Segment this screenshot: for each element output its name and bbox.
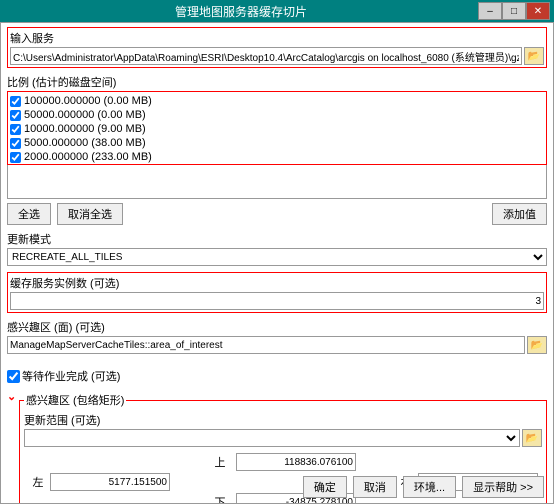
scales-list[interactable]: 100000.000000 (0.00 MB) 50000.000000 (0.… xyxy=(8,92,546,164)
title-bar: 管理地图服务器缓存切片 – □ ✕ xyxy=(0,0,554,22)
scales-list-extra xyxy=(7,165,547,199)
wait-checkbox[interactable] xyxy=(7,370,20,383)
minimize-button[interactable]: – xyxy=(478,2,502,20)
wait-label: 等待作业完成 (可选) xyxy=(22,368,120,384)
extent-left-field[interactable] xyxy=(50,473,170,491)
scales-label: 比例 (估计的磁盘空间) xyxy=(7,74,547,90)
input-service-section: 输入服务 📂 xyxy=(7,27,547,68)
scale-item[interactable]: 2000.000000 (233.00 MB) xyxy=(10,150,544,164)
browse-aoi-icon[interactable]: 📂 xyxy=(527,336,547,354)
ok-button[interactable]: 确定 xyxy=(303,476,347,498)
scale-checkbox[interactable] xyxy=(10,152,21,163)
aoi-section: 感兴趣区 (面) (可选) 📂 xyxy=(7,319,547,354)
select-all-button[interactable]: 全选 xyxy=(7,203,51,225)
window-title: 管理地图服务器缓存切片 xyxy=(4,3,478,20)
instances-section: 缓存服务实例数 (可选) xyxy=(7,272,547,313)
close-button[interactable]: ✕ xyxy=(526,2,550,20)
add-value-button[interactable]: 添加值 xyxy=(492,203,547,225)
wait-checkbox-row[interactable]: 等待作业完成 (可选) xyxy=(7,368,547,384)
cancel-button[interactable]: 取消 xyxy=(353,476,397,498)
deselect-all-button[interactable]: 取消全选 xyxy=(57,203,123,225)
extent-label: 更新范围 (可选) xyxy=(24,412,542,428)
extent-bottom-label: 下 xyxy=(210,494,230,504)
update-mode-section: 更新模式 RECREATE_ALL_TILES xyxy=(7,231,547,266)
wait-section: 等待作业完成 (可选) xyxy=(7,368,547,384)
scales-section: 比例 (估计的磁盘空间) 100000.000000 (0.00 MB) 500… xyxy=(7,74,547,225)
maximize-button[interactable]: □ xyxy=(502,2,526,20)
browse-service-icon[interactable]: 📂 xyxy=(524,47,544,65)
aoi-field[interactable] xyxy=(7,336,525,354)
scale-item[interactable]: 5000.000000 (38.00 MB) xyxy=(10,136,544,150)
scale-item[interactable]: 10000.000000 (9.00 MB) xyxy=(10,122,544,136)
browse-extent-icon[interactable]: 📂 xyxy=(522,429,542,447)
input-service-label: 输入服务 xyxy=(10,30,544,46)
update-mode-label: 更新模式 xyxy=(7,231,547,247)
update-mode-select[interactable]: RECREATE_ALL_TILES xyxy=(7,248,547,266)
window-buttons: – □ ✕ xyxy=(478,2,550,20)
help-button[interactable]: 显示帮助 >> xyxy=(462,476,544,498)
aoi-extent-legend: 感兴趣区 (包络矩形) xyxy=(24,392,126,408)
extent-left-label: 左 xyxy=(28,474,48,490)
scale-item[interactable]: 50000.000000 (0.00 MB) xyxy=(10,108,544,122)
scale-checkbox[interactable] xyxy=(10,96,21,107)
aoi-label: 感兴趣区 (面) (可选) xyxy=(7,319,547,335)
scale-item[interactable]: 100000.000000 (0.00 MB) xyxy=(10,94,544,108)
input-service-field[interactable] xyxy=(10,47,522,65)
scale-checkbox[interactable] xyxy=(10,124,21,135)
dialog-content: 输入服务 📂 比例 (估计的磁盘空间) 100000.000000 (0.00 … xyxy=(0,22,554,504)
collapse-caret-icon[interactable]: ⌄ xyxy=(7,390,17,403)
dialog-footer: 确定 取消 环境... 显示帮助 >> xyxy=(303,476,544,498)
extent-select[interactable] xyxy=(24,429,520,447)
scale-checkbox[interactable] xyxy=(10,110,21,121)
scale-checkbox[interactable] xyxy=(10,138,21,149)
env-button[interactable]: 环境... xyxy=(403,476,456,498)
extent-top-field[interactable] xyxy=(236,453,356,471)
extent-top-label: 上 xyxy=(210,454,230,470)
instances-label: 缓存服务实例数 (可选) xyxy=(10,275,544,291)
instances-field[interactable] xyxy=(10,292,544,310)
